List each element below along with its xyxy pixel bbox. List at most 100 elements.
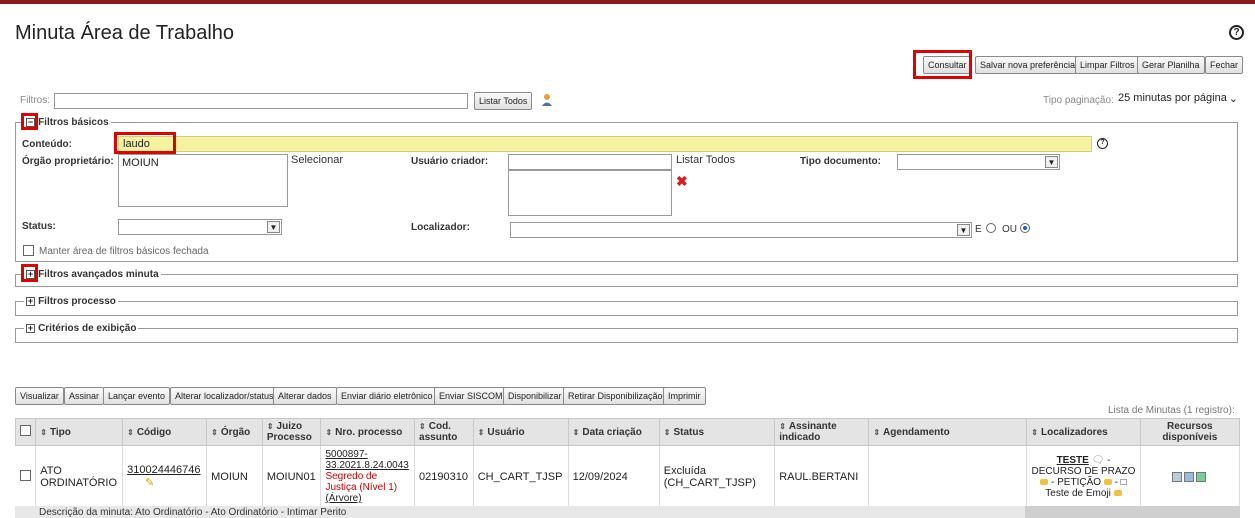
- orgao-listbox[interactable]: MOIUN: [118, 154, 288, 207]
- imprimir-button[interactable]: Imprimir: [663, 387, 706, 405]
- header-codigo[interactable]: ⇕ Código: [122, 418, 208, 446]
- sort-icon: ⇕: [477, 427, 485, 437]
- header-assinante-label: Assinante indicado: [779, 421, 837, 443]
- header-nro-processo[interactable]: ⇕ Nro. processo: [320, 418, 416, 446]
- limpar-filtros-button[interactable]: Limpar Filtros: [1075, 56, 1140, 74]
- alterar-localizador-button[interactable]: Alterar localizador/status: [170, 387, 279, 405]
- chevron-down-icon: ▼: [1045, 156, 1058, 168]
- sort-icon: ⇕: [1031, 427, 1038, 437]
- status-select[interactable]: ▼: [118, 219, 282, 235]
- sort-icon: ⇕: [779, 422, 786, 431]
- salvar-preferencia-button[interactable]: Salvar nova preferência: [975, 56, 1081, 74]
- cell-tipo: ATO ORDINATÓRIO: [35, 445, 124, 508]
- usuario-listbox[interactable]: [508, 170, 672, 216]
- codigo-link[interactable]: 310024446746: [127, 464, 200, 476]
- table-row[interactable]: ATO ORDINATÓRIO 310024446746 ✎ MOIUN MOI…: [15, 445, 1241, 508]
- selecionar-link[interactable]: Selecionar: [291, 154, 343, 166]
- cell-cod-assunto: 02190310: [414, 445, 474, 508]
- tipo-documento-label: Tipo documento:: [800, 156, 881, 167]
- avancados-legend-label: Filtros avançados minuta: [38, 269, 159, 280]
- sort-icon: ⇕: [266, 422, 274, 431]
- list-caption: Lista de Minutas (1 registro):: [1108, 405, 1235, 416]
- document-icon[interactable]: [1171, 471, 1182, 482]
- sort-icon: ⇕: [325, 427, 333, 437]
- select-all-checkbox[interactable]: [20, 425, 31, 436]
- chevron-down-icon: ⌄: [1228, 93, 1238, 105]
- cell-assinante: RAUL.BERTANI: [774, 445, 870, 508]
- remove-x-icon[interactable]: ✖: [676, 173, 688, 190]
- sort-icon: ⇕: [663, 427, 671, 437]
- enviar-siscom-button[interactable]: Enviar SISCOM: [434, 387, 508, 405]
- sort-icon: ⇕: [419, 422, 426, 431]
- sort-icon: ⇕: [572, 427, 580, 437]
- ou-label: OU: [1002, 224, 1017, 235]
- localizador-teste-link[interactable]: TESTE: [1057, 455, 1089, 466]
- copy-icon[interactable]: [1183, 471, 1194, 482]
- cell-recursos: [1140, 445, 1241, 508]
- listar-todos-button[interactable]: Listar Todos: [474, 92, 533, 110]
- visualizar-button[interactable]: Visualizar: [15, 387, 64, 405]
- header-localizadores[interactable]: ⇕ Localizadores: [1026, 418, 1141, 446]
- ou-radio[interactable]: [1020, 223, 1030, 233]
- tipo-paginacao-value: 25 minutas por página: [1118, 92, 1227, 104]
- processo-link[interactable]: 5000897-33.2021.8.24.0043: [325, 449, 408, 471]
- alterar-dados-button[interactable]: Alterar dados: [273, 387, 337, 405]
- header-data-criacao[interactable]: ⇕ Data criação: [567, 418, 660, 446]
- expand-processo-toggle-icon[interactable]: +: [26, 297, 35, 306]
- tipo-documento-select[interactable]: ▼: [897, 154, 1060, 170]
- lancar-evento-button[interactable]: Lançar evento: [103, 387, 171, 405]
- header-tipo[interactable]: ⇕ Tipo: [35, 418, 124, 446]
- tag-icon: [1103, 479, 1112, 486]
- header-recursos-label: Recursos disponíveis: [1162, 421, 1218, 443]
- e-label: E: [975, 224, 982, 235]
- usuario-listar-todos-link[interactable]: Listar Todos: [676, 154, 735, 166]
- avancados-fieldset: [15, 274, 1238, 287]
- localizador-select[interactable]: ▼: [510, 222, 972, 238]
- usuario-criador-input[interactable]: [508, 154, 672, 170]
- arvore-link[interactable]: (Árvore): [325, 493, 361, 504]
- header-cod-assunto[interactable]: ⇕ Cod. assunto: [414, 418, 474, 446]
- filtros-input[interactable]: [54, 93, 468, 109]
- tipo-paginacao-select[interactable]: 25 minutas por página ⌄: [1118, 92, 1240, 108]
- fechar-button[interactable]: Fechar: [1205, 56, 1244, 74]
- assinar-button[interactable]: Assinar: [64, 387, 105, 405]
- highlight-basic-toggle: [21, 113, 38, 130]
- e-radio[interactable]: [986, 223, 996, 233]
- question-circle-icon[interactable]: ?: [1097, 138, 1108, 149]
- header-orgao[interactable]: ⇕ Órgão: [206, 418, 263, 446]
- header-assinante[interactable]: ⇕ Assinante indicado: [774, 418, 870, 446]
- row-checkbox[interactable]: [19, 469, 31, 481]
- tag-icon: [1113, 490, 1122, 497]
- cell-nro-processo: 5000897-33.2021.8.24.0043 Segredo de Jus…: [320, 445, 416, 508]
- sort-icon: ⇕: [873, 427, 881, 437]
- chevron-down-icon: ▼: [267, 221, 280, 233]
- localizador-peticao: - PETIÇÃO: [1048, 476, 1104, 488]
- gerar-planilha-button[interactable]: Gerar Planilha: [1137, 56, 1205, 74]
- enviar-diario-button[interactable]: Enviar diário eletrônico: [336, 387, 438, 405]
- conteudo-input[interactable]: laudo: [118, 136, 1092, 152]
- edit-pen-icon[interactable]: ✎: [145, 477, 154, 489]
- header-agendamento[interactable]: ⇕ Agendamento: [868, 418, 1028, 446]
- criterios-fieldset: [15, 328, 1238, 343]
- header-data-criacao-label: Data criação: [582, 426, 642, 438]
- header-usuario[interactable]: ⇕ Usuário: [472, 418, 569, 446]
- conteudo-label: Conteúdo:: [22, 139, 72, 150]
- speech-bubble-icon: 🗨: [1091, 454, 1105, 466]
- header-status[interactable]: ⇕ Status: [658, 418, 776, 446]
- disponibilizar-button[interactable]: Disponibilizar: [503, 387, 567, 405]
- header-juizo[interactable]: ⇕ Juizo Processo: [261, 418, 322, 446]
- manter-label: Manter área de filtros básicos fechada: [39, 246, 209, 257]
- retirar-disponibilizacao-button[interactable]: Retirar Disponibilização: [563, 387, 668, 405]
- question-circle-icon[interactable]: ?: [1229, 25, 1244, 40]
- cell-codigo: 310024446746 ✎: [122, 445, 208, 508]
- manter-checkbox[interactable]: [23, 245, 34, 256]
- cell-juizo: MOIUN01: [262, 445, 322, 508]
- cell-status: Excluída (CH_CART_TJSP): [659, 445, 776, 508]
- user-icon[interactable]: [541, 93, 553, 107]
- usuario-criador-label: Usuário criador:: [411, 156, 489, 167]
- expand-criterios-toggle-icon[interactable]: +: [26, 324, 35, 333]
- localizador-label: Localizador:: [411, 222, 470, 233]
- highlight-consultar: [913, 50, 972, 79]
- upload-icon[interactable]: [1195, 471, 1206, 482]
- tipo-paginacao-label: Tipo paginação:: [1043, 95, 1114, 106]
